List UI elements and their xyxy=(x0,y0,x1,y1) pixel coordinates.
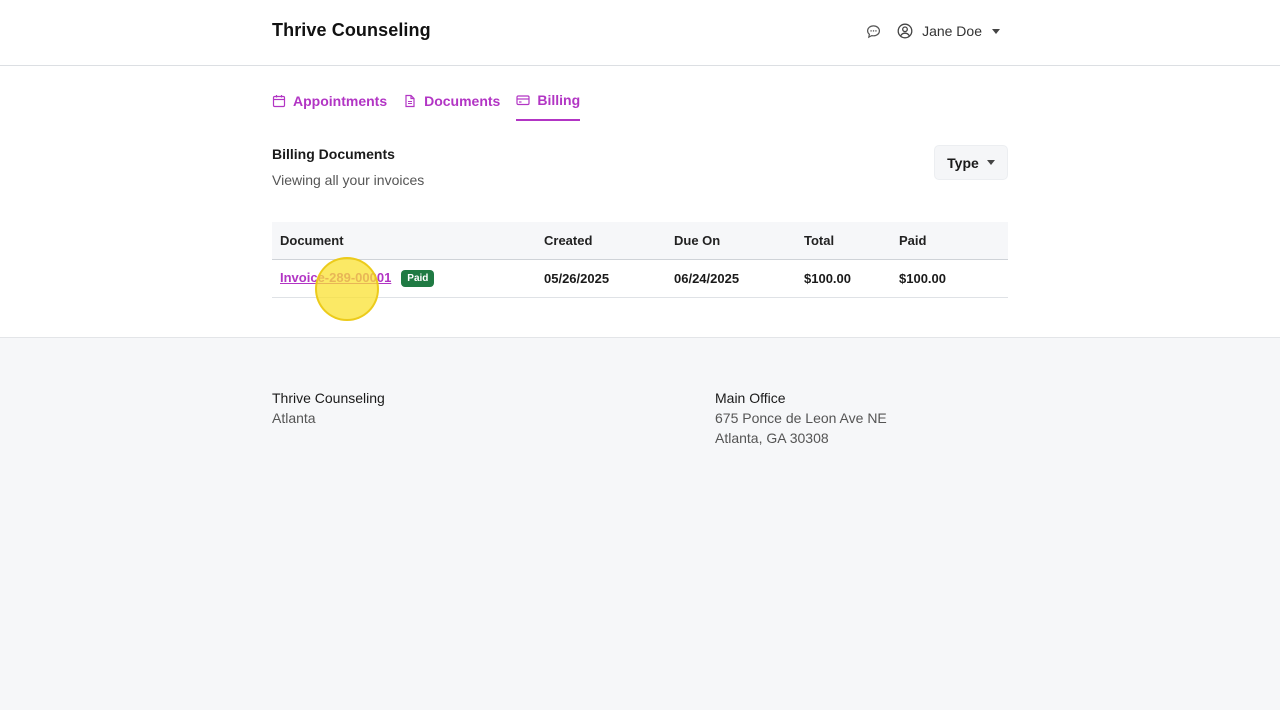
footer-office-street: 675 Ponce de Leon Ave NE xyxy=(715,410,887,426)
footer-office-city: Atlanta, GA 30308 xyxy=(715,430,829,446)
chevron-down-icon xyxy=(986,160,995,165)
status-badge: Paid xyxy=(401,269,435,287)
type-filter-dropdown[interactable]: Type xyxy=(934,145,1008,180)
column-header-document[interactable]: Document xyxy=(272,222,536,260)
header-actions: Jane Doe xyxy=(864,22,1000,40)
footer-practice-city: Atlanta xyxy=(272,410,316,426)
footer-office-title: Main Office xyxy=(715,390,786,406)
user-menu[interactable]: Jane Doe xyxy=(896,22,1000,40)
table-row: Invoice-289-00001 Paid 05/26/2025 06/24/2… xyxy=(272,259,1008,298)
main-content: Appointments Documents Billing Billing D… xyxy=(0,66,1280,337)
footer-practice-info: Thrive Counseling Atlanta xyxy=(272,388,385,428)
user-name: Jane Doe xyxy=(922,23,982,39)
created-cell: 05/26/2025 xyxy=(536,259,666,298)
tab-documents[interactable]: Documents xyxy=(403,91,500,121)
column-header-total[interactable]: Total xyxy=(796,222,891,260)
document-icon xyxy=(405,94,415,108)
column-header-created[interactable]: Created xyxy=(536,222,666,260)
table-header-row: Document Created Due On Total Paid xyxy=(272,222,1008,260)
nav-tabs: Appointments Documents Billing xyxy=(272,91,596,121)
chat-icon[interactable] xyxy=(864,22,882,40)
section-title: Billing Documents xyxy=(272,146,395,162)
footer-office-info: Main Office 675 Ponce de Leon Ave NE Atl… xyxy=(715,388,887,448)
type-filter-label: Type xyxy=(947,154,979,171)
tab-billing-label: Billing xyxy=(537,92,581,108)
credit-card-icon xyxy=(516,95,530,106)
invoice-link[interactable]: Invoice-289-00001 xyxy=(280,270,391,285)
chevron-down-icon xyxy=(992,28,1000,34)
column-header-due-on[interactable]: Due On xyxy=(666,222,796,260)
tab-appointments-label: Appointments xyxy=(293,93,388,109)
top-header: Thrive Counseling Jane Doe xyxy=(0,0,1280,66)
user-avatar-icon xyxy=(896,22,914,40)
tab-documents-label: Documents xyxy=(424,93,501,109)
footer-practice-name: Thrive Counseling xyxy=(272,390,385,406)
due-on-cell: 06/24/2025 xyxy=(666,259,796,298)
section-subtitle: Viewing all your invoices xyxy=(272,172,425,188)
brand-name[interactable]: Thrive Counseling xyxy=(272,20,431,41)
paid-cell: $100.00 xyxy=(891,259,1008,298)
total-cell: $100.00 xyxy=(796,259,891,298)
footer: Thrive Counseling Atlanta Main Office 67… xyxy=(0,337,1280,710)
document-cell: Invoice-289-00001 Paid xyxy=(272,259,536,298)
tab-billing[interactable]: Billing xyxy=(516,91,581,121)
column-header-paid[interactable]: Paid xyxy=(891,222,1008,260)
tab-appointments[interactable]: Appointments xyxy=(272,91,387,121)
calendar-icon xyxy=(272,95,286,108)
billing-table: Document Created Due On Total Paid Invoi… xyxy=(272,222,1008,298)
